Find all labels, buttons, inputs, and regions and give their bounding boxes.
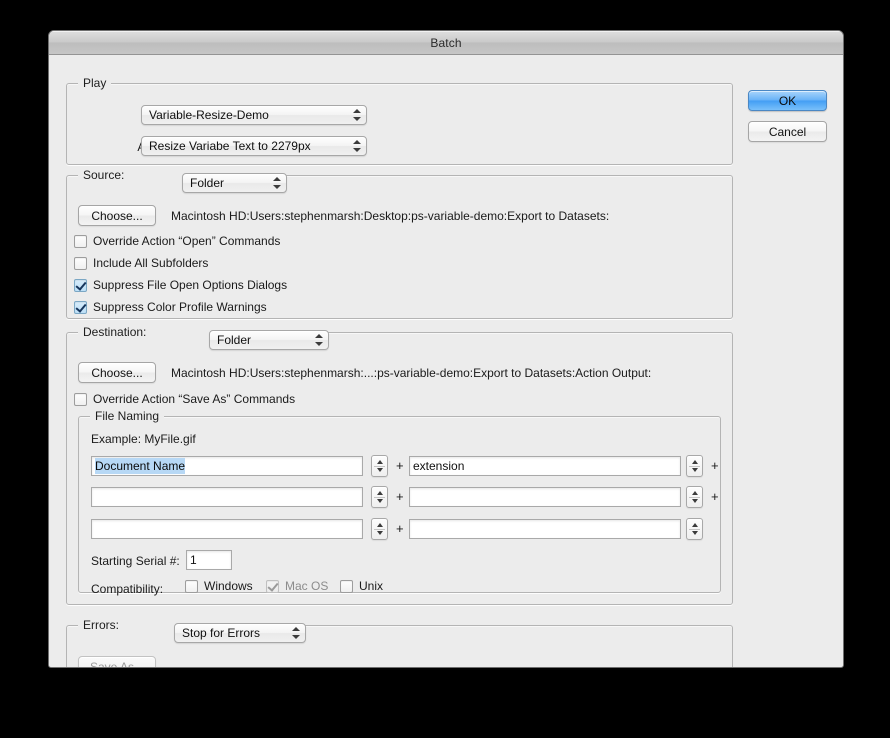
chevron-updown-icon	[353, 139, 361, 153]
naming-stepper-3-left[interactable]	[371, 518, 388, 540]
naming-plus-1: +	[396, 458, 404, 473]
chevron-updown-icon	[315, 333, 323, 347]
naming-field-1-left-value: Document Name	[95, 458, 186, 474]
source-path: Macintosh HD:Users:stephenmarsh:Desktop:…	[171, 209, 610, 223]
naming-field-1-right[interactable]: extension	[409, 456, 681, 476]
checkbox-label: Unix	[359, 579, 384, 593]
naming-field-2-right[interactable]	[409, 487, 681, 507]
chevron-updown-icon	[353, 108, 361, 122]
starting-serial-label: Starting Serial #:	[91, 554, 180, 568]
checkbox-box	[266, 579, 279, 593]
action-popup-value: Resize Variabe Text to 2279px	[149, 139, 311, 153]
naming-trailing-plus-1: +	[711, 458, 719, 473]
naming-trailing-plus-2: +	[711, 489, 719, 504]
naming-stepper-1-right[interactable]	[686, 455, 703, 477]
naming-field-3-left[interactable]	[91, 519, 363, 539]
errors-popup[interactable]: Stop for Errors	[174, 623, 306, 643]
naming-stepper-2-left[interactable]	[371, 486, 388, 508]
checkbox-box	[340, 579, 353, 593]
checkbox-override-open[interactable]: Override Action “Open” Commands	[74, 234, 280, 248]
source-popup[interactable]: Folder	[182, 173, 287, 193]
chevron-updown-icon	[273, 176, 281, 190]
source-choose-button[interactable]: Choose...	[78, 205, 156, 226]
destination-path: Macintosh HD:Users:stephenmarsh:...:ps-v…	[171, 366, 652, 380]
ok-button[interactable]: OK	[748, 90, 827, 111]
source-label-text: Source:	[83, 168, 125, 182]
checkbox-include-subfolders[interactable]: Include All Subfolders	[74, 256, 208, 270]
checkbox-label: Suppress File Open Options Dialogs	[93, 278, 288, 292]
source-popup-value: Folder	[190, 176, 225, 190]
compatibility-label: Compatibility:	[91, 582, 164, 596]
naming-field-1-left[interactable]: Document Name	[91, 456, 363, 476]
starting-serial-value: 1	[190, 553, 197, 567]
naming-field-1-right-value: extension	[413, 459, 465, 473]
checkbox-box	[74, 300, 87, 314]
checkbox-label: Suppress Color Profile Warnings	[93, 300, 267, 314]
file-naming-example: Example: MyFile.gif	[91, 432, 196, 446]
checkbox-suppress-color-warnings[interactable]: Suppress Color Profile Warnings	[74, 300, 267, 314]
checkbox-box	[74, 278, 87, 292]
errors-group: Errors:	[66, 618, 733, 667]
dialog-body: OK Cancel Play Set: Variable-Resize-Demo…	[49, 55, 843, 667]
titlebar-highlight	[49, 31, 843, 32]
checkbox-compat-macos: Mac OS	[266, 579, 328, 593]
cancel-button[interactable]: Cancel	[748, 121, 827, 142]
naming-stepper-3-right[interactable]	[686, 518, 703, 540]
play-group-label: Play	[78, 76, 112, 90]
naming-stepper-2-right[interactable]	[686, 486, 703, 508]
checkbox-label: Windows	[204, 579, 253, 593]
action-popup[interactable]: Resize Variabe Text to 2279px	[141, 136, 367, 156]
page-title: Batch	[430, 35, 462, 50]
chevron-updown-icon	[292, 626, 300, 640]
checkbox-override-save-as[interactable]: Override Action “Save As” Commands	[74, 392, 295, 406]
checkbox-compat-windows[interactable]: Windows	[185, 579, 253, 593]
checkbox-label: Include All Subfolders	[93, 256, 209, 270]
destination-popup[interactable]: Folder	[209, 330, 329, 350]
naming-field-2-left[interactable]	[91, 487, 363, 507]
naming-field-3-right[interactable]	[409, 519, 681, 539]
starting-serial-input[interactable]: 1	[186, 550, 232, 570]
checkbox-suppress-file-open-dialogs[interactable]: Suppress File Open Options Dialogs	[74, 278, 287, 292]
set-popup-value: Variable-Resize-Demo	[149, 108, 269, 122]
checkbox-box	[185, 579, 198, 593]
title-bar: Batch	[49, 31, 843, 55]
checkbox-box	[74, 256, 87, 270]
checkbox-label: Override Action “Save As” Commands	[93, 392, 296, 406]
destination-choose-button[interactable]: Choose...	[78, 362, 156, 383]
naming-plus-2: +	[396, 489, 404, 504]
destination-label-text: Destination:	[83, 325, 147, 339]
checkbox-box	[74, 392, 87, 406]
batch-dialog: Batch OK Cancel Play Set: Variable-Resiz…	[48, 30, 844, 668]
checkbox-box	[74, 234, 87, 248]
checkbox-label: Override Action “Open” Commands	[93, 234, 281, 248]
errors-save-as-button: Save As...	[78, 656, 156, 667]
errors-label-text: Errors:	[83, 618, 119, 632]
naming-plus-3: +	[396, 521, 404, 536]
set-popup[interactable]: Variable-Resize-Demo	[141, 105, 367, 125]
file-naming-group-label: File Naming	[90, 409, 165, 423]
naming-stepper-1-left[interactable]	[371, 455, 388, 477]
checkbox-compat-unix[interactable]: Unix	[340, 579, 383, 593]
checkbox-label: Mac OS	[285, 579, 329, 593]
destination-popup-value: Folder	[217, 333, 252, 347]
errors-popup-value: Stop for Errors	[182, 626, 261, 640]
